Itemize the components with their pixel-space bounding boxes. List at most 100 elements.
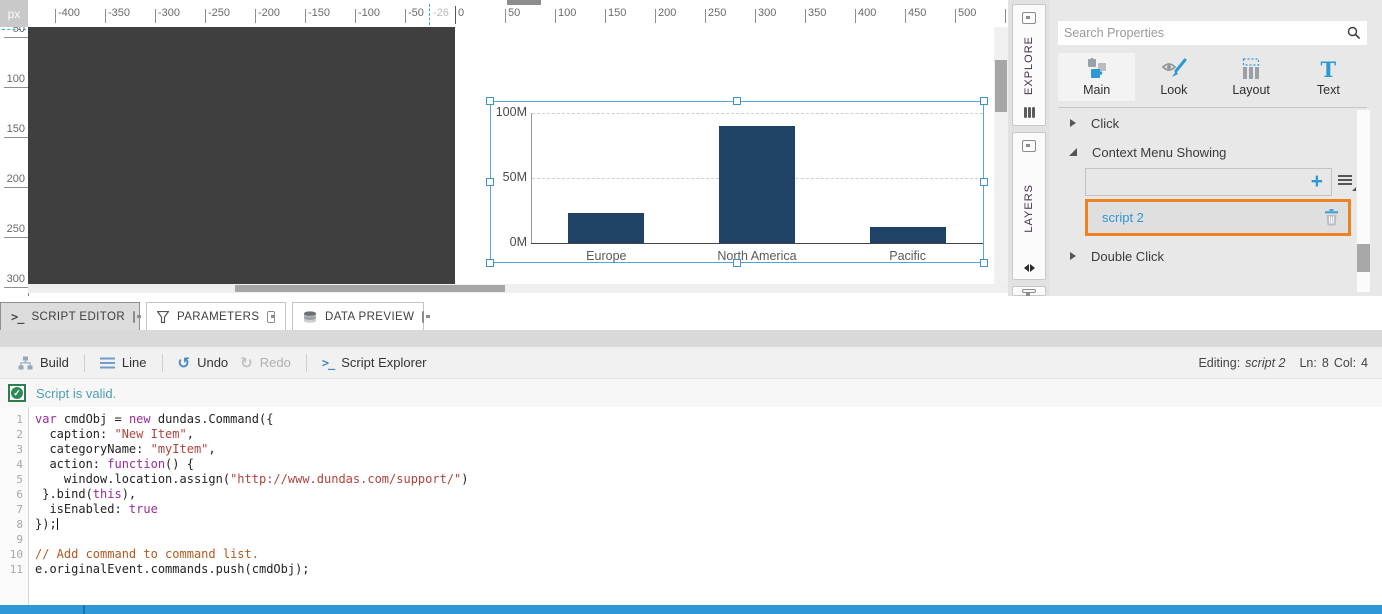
ruler-tick xyxy=(955,9,956,23)
selection-handle[interactable] xyxy=(486,97,494,105)
code-line[interactable]: 5 window.location.assign("http://www.dun… xyxy=(0,472,1382,487)
search-input[interactable] xyxy=(1058,26,1347,40)
code-text[interactable]: // Add command to command list. xyxy=(29,547,259,562)
code-text[interactable]: action: function() { xyxy=(29,457,194,472)
canvas-horizontal-scrollbar[interactable] xyxy=(28,284,1008,293)
section-context-menu-showing[interactable]: Context Menu Showing xyxy=(1050,142,1382,162)
line-number-value: 8 xyxy=(1322,356,1329,370)
line-number: 9 xyxy=(0,532,29,547)
script-item-selected[interactable]: script 2 xyxy=(1085,199,1351,236)
code-text[interactable]: }); xyxy=(29,517,58,532)
explore-panel-tab[interactable]: EXPLORE xyxy=(1012,4,1046,126)
section-click[interactable]: Click xyxy=(1050,113,1382,133)
add-script-field[interactable]: + xyxy=(1085,168,1332,196)
code-line[interactable]: 8}); xyxy=(0,517,1382,532)
section-double-click[interactable]: Double Click xyxy=(1050,246,1382,266)
chevron-right-icon[interactable] xyxy=(1070,119,1076,127)
chevron-expanded-icon[interactable] xyxy=(1069,148,1077,156)
build-button[interactable]: Build xyxy=(12,355,75,370)
code-text[interactable] xyxy=(29,532,35,547)
code-line[interactable]: 11e.originalEvent.commands.push(cmdObj); xyxy=(0,562,1382,577)
code-line[interactable]: 10// Add command to command list. xyxy=(0,547,1382,562)
code-line[interactable]: 6 }.bind(this), xyxy=(0,487,1382,502)
dock-window-icon[interactable] xyxy=(267,311,275,323)
code-line[interactable]: 3 categoryName: "myItem", xyxy=(0,442,1382,457)
ruler-tick-label: 100 xyxy=(7,73,25,85)
explore-tab-label: EXPLORE xyxy=(1023,36,1035,95)
tab-script-editor[interactable]: >_ SCRIPT EDITOR xyxy=(0,302,140,330)
scrollbar-thumb[interactable] xyxy=(995,60,1007,112)
code-line[interactable]: 2 caption: "New Item", xyxy=(0,427,1382,442)
code-text[interactable]: e.originalEvent.commands.push(cmdObj); xyxy=(29,562,310,577)
code-lines[interactable]: 1var cmdObj = new dundas.Command({2 capt… xyxy=(0,412,1382,577)
column-number-label: Col: xyxy=(1334,356,1356,370)
code-text[interactable]: }.bind(this), xyxy=(29,487,136,502)
splitter-notch[interactable] xyxy=(83,605,85,614)
selection-handle[interactable] xyxy=(733,97,741,105)
code-text[interactable]: isEnabled: true xyxy=(29,502,158,517)
tab-layout[interactable]: Layout xyxy=(1213,53,1290,101)
ruler-tick xyxy=(355,9,356,23)
partial-panel-tab[interactable] xyxy=(1012,286,1046,296)
trash-icon[interactable] xyxy=(1324,209,1339,226)
metric-bars-icon xyxy=(1024,107,1035,118)
hamburger-menu-icon[interactable] xyxy=(1338,175,1356,189)
tab-text[interactable]: T Text xyxy=(1290,53,1367,101)
code-line[interactable]: 4 action: function() { xyxy=(0,457,1382,472)
undo-button[interactable]: ↺ Undo xyxy=(172,355,235,370)
line-button[interactable]: Line xyxy=(94,355,153,370)
tab-parameters[interactable]: PARAMETERS xyxy=(146,302,286,330)
properties-scrollbar[interactable] xyxy=(1357,110,1370,292)
dock-window-icon[interactable] xyxy=(1022,12,1036,24)
canvas-vertical-scrollbar[interactable] xyxy=(994,27,1008,284)
code-editor[interactable]: 1var cmdObj = new dundas.Command({2 capt… xyxy=(0,407,1382,605)
search-icon[interactable] xyxy=(1347,26,1367,40)
ruler-tick-label: -250 xyxy=(208,7,230,19)
ruler-tick-label: -350 xyxy=(108,7,130,19)
code-text[interactable]: var cmdObj = new dundas.Command({ xyxy=(29,412,273,427)
layers-panel-tab[interactable]: LAYERS xyxy=(1012,132,1046,280)
chevron-right-icon[interactable] xyxy=(1070,252,1076,260)
chart-category-label: Pacific xyxy=(832,249,983,263)
plus-icon[interactable]: + xyxy=(1311,172,1331,192)
dock-window-icon[interactable] xyxy=(1022,140,1036,152)
search-properties-box[interactable] xyxy=(1058,21,1367,45)
tab-main[interactable]: Main xyxy=(1058,53,1135,101)
chart-bar[interactable] xyxy=(719,126,795,243)
swap-arrows-icon xyxy=(1024,264,1035,272)
ruler-tick-label: 150 xyxy=(7,123,25,135)
code-line[interactable]: 7 isEnabled: true xyxy=(0,502,1382,517)
code-line[interactable]: 1var cmdObj = new dundas.Command({ xyxy=(0,412,1382,427)
chart-category-label: North America xyxy=(682,249,833,263)
ruler-tick xyxy=(4,287,28,288)
script-explorer-button[interactable]: >_ Script Explorer xyxy=(316,355,433,370)
selection-handle[interactable] xyxy=(733,259,741,267)
chart-bar[interactable] xyxy=(870,227,946,243)
design-canvas[interactable]: 0M50M100MEuropeNorth AmericaPacific xyxy=(28,27,1008,284)
selection-handle[interactable] xyxy=(486,259,494,267)
redo-button[interactable]: ↻ Redo xyxy=(234,355,297,370)
editing-status: Editing: script 2 Ln: 8 Col: 4 xyxy=(1198,356,1382,370)
selection-handle[interactable] xyxy=(980,97,988,105)
chart-bar[interactable] xyxy=(568,213,644,243)
code-text[interactable]: window.location.assign("http://www.dunda… xyxy=(29,472,469,487)
ruler-tick xyxy=(505,9,506,23)
dock-window-icon[interactable] xyxy=(422,311,424,323)
ruler-tick-label: 150 xyxy=(608,7,626,19)
line-label: Line xyxy=(122,355,147,370)
script-item-label[interactable]: script 2 xyxy=(1102,210,1324,225)
scrollbar-thumb[interactable] xyxy=(1357,244,1370,272)
selection-handle[interactable] xyxy=(980,259,988,267)
scrollbar-thumb[interactable] xyxy=(235,285,505,292)
code-text[interactable]: categoryName: "myItem", xyxy=(29,442,216,457)
database-icon xyxy=(303,311,317,323)
code-text[interactable]: caption: "New Item", xyxy=(29,427,194,442)
bottom-accent-bar xyxy=(0,605,1382,614)
code-line[interactable]: 9 xyxy=(0,532,1382,547)
bar-chart-selected[interactable]: 0M50M100MEuropeNorth AmericaPacific xyxy=(490,101,984,263)
selection-handle[interactable] xyxy=(980,178,988,186)
tab-data-preview[interactable]: DATA PREVIEW xyxy=(292,302,424,330)
selection-handle[interactable] xyxy=(486,178,494,186)
dock-window-icon[interactable] xyxy=(133,311,135,323)
tab-look[interactable]: Look xyxy=(1135,53,1212,101)
